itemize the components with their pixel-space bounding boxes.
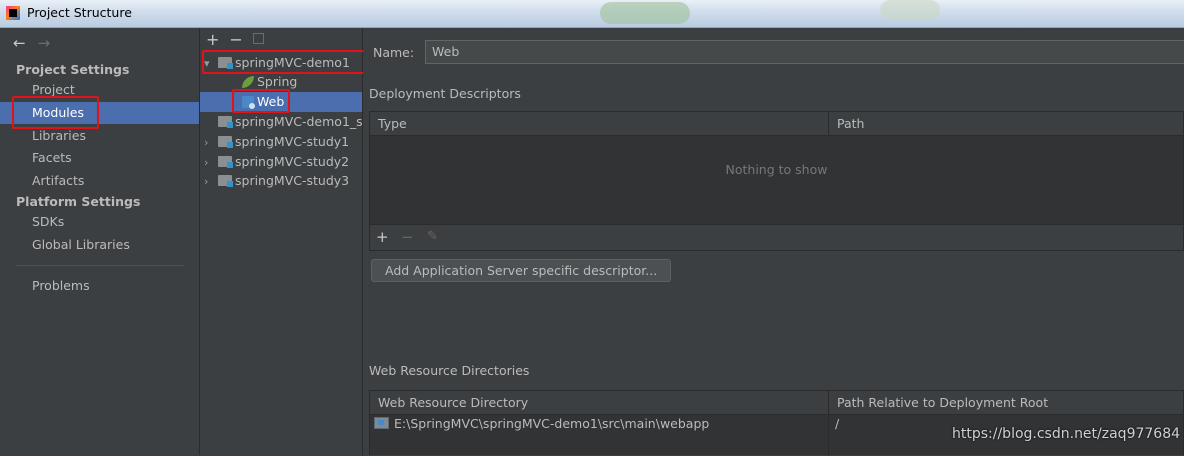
- name-label: Name:: [373, 45, 415, 60]
- sidebar-item-artifacts[interactable]: Artifacts: [0, 170, 199, 192]
- module-toolbar: + −: [206, 30, 274, 49]
- background-blur: [600, 2, 690, 24]
- chevron-right-icon[interactable]: ›: [204, 172, 218, 192]
- module-folder-icon: [218, 175, 233, 187]
- sidebar-item-problems[interactable]: Problems: [0, 275, 199, 297]
- table-header: Type Path: [370, 112, 1183, 136]
- sidebar-item-global-libraries[interactable]: Global Libraries: [0, 234, 199, 256]
- window-title: Project Structure: [27, 5, 132, 20]
- project-settings-header: Project Settings: [16, 62, 130, 77]
- tree-node-springmvc-study1[interactable]: › springMVC-study1: [204, 132, 349, 152]
- title-bar: Project Structure: [0, 0, 1184, 28]
- module-folder-icon: [218, 136, 233, 148]
- copy-icon[interactable]: [252, 33, 264, 44]
- sidebar-item-sdks[interactable]: SDKs: [0, 211, 199, 233]
- remove-module-icon[interactable]: −: [229, 30, 242, 49]
- forward-arrow-icon[interactable]: →: [38, 34, 51, 52]
- sidebar-item-facets[interactable]: Facets: [0, 147, 199, 169]
- web-resource-directories-title: Web Resource Directories: [369, 363, 530, 378]
- name-field[interactable]: Web: [425, 40, 1184, 64]
- deployment-descriptors-title: Deployment Descriptors: [369, 86, 521, 101]
- tree-node-springmvc-study2[interactable]: › springMVC-study2: [204, 152, 349, 172]
- chevron-right-icon[interactable]: ›: [204, 153, 218, 173]
- spring-leaf-icon: [242, 76, 254, 88]
- table-row[interactable]: E:\SpringMVC\springMVC-demo1\src\main\we…: [374, 414, 709, 434]
- watermark-text: https://blog.csdn.net/zaq977684: [952, 426, 1181, 442]
- descriptor-toolbar: + − ✎: [369, 225, 1184, 251]
- add-server-descriptor-button[interactable]: Add Application Server specific descript…: [371, 259, 672, 282]
- sidebar-divider: [16, 265, 184, 266]
- tree-node-springmvc-demo1-s[interactable]: springMVC-demo1_s: [218, 112, 363, 132]
- platform-settings-header: Platform Settings: [16, 194, 141, 209]
- deployment-descriptors-table[interactable]: Type Path Nothing to show: [369, 111, 1184, 225]
- web-directory-icon: [374, 417, 389, 429]
- column-header-web-resource-directory[interactable]: Web Resource Directory: [370, 391, 828, 414]
- highlight-web-facet: [232, 89, 290, 113]
- column-header-path[interactable]: Path: [829, 112, 864, 135]
- column-header-relative-path[interactable]: Path Relative to Deployment Root: [829, 391, 1048, 414]
- settings-sidebar: ← → Project Settings Project Modules Libr…: [0, 28, 200, 455]
- table-header: Web Resource Directory Path Relative to …: [370, 391, 1183, 456]
- add-descriptor-icon[interactable]: +: [376, 228, 389, 246]
- history-nav: ← →: [13, 34, 62, 52]
- add-module-icon[interactable]: +: [206, 30, 219, 49]
- highlight-modules: [12, 96, 99, 129]
- tree-node-springmvc-study3[interactable]: › springMVC-study3: [204, 171, 349, 191]
- intellij-app-icon: [6, 6, 20, 20]
- module-folder-icon: [218, 116, 233, 128]
- background-blur: [880, 0, 940, 20]
- empty-table-text: Nothing to show: [725, 162, 828, 177]
- edit-pencil-icon[interactable]: ✎: [427, 229, 438, 244]
- module-folder-icon: [218, 156, 233, 168]
- facet-details-panel: Name: Web Deployment Descriptors Type Pa…: [363, 28, 1184, 456]
- back-arrow-icon[interactable]: ←: [13, 34, 26, 52]
- remove-descriptor-icon[interactable]: −: [401, 228, 414, 246]
- column-header-type[interactable]: Type: [370, 112, 828, 135]
- web-resource-table[interactable]: Web Resource Directory Path Relative to …: [369, 390, 1184, 456]
- table-cell-path[interactable]: /: [835, 414, 839, 434]
- chevron-right-icon[interactable]: ›: [204, 133, 218, 153]
- highlight-module-root: [202, 50, 367, 74]
